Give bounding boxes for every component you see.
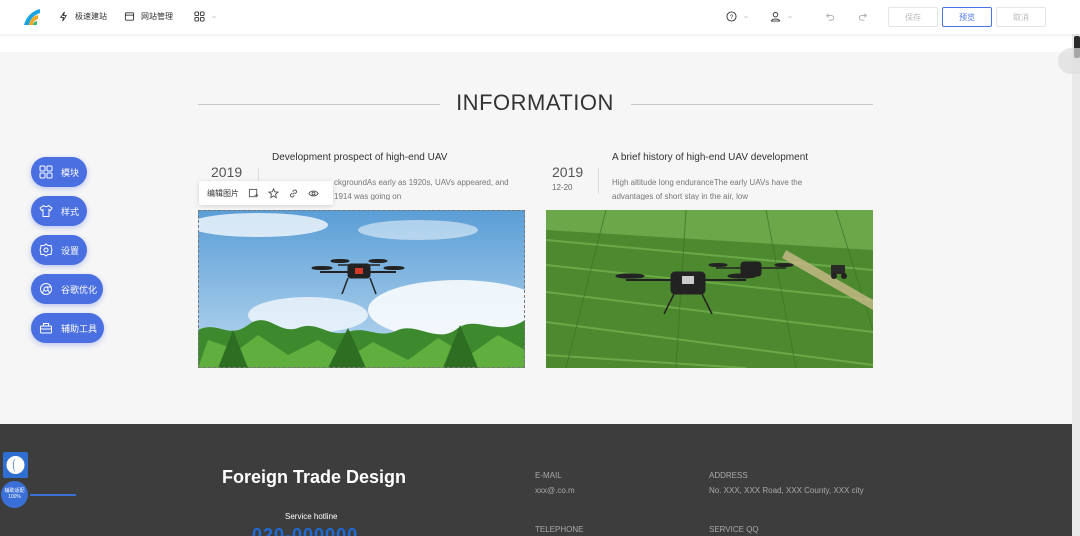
telephone-label: TELEPHONE <box>535 525 584 534</box>
logo-icon[interactable] <box>22 7 42 27</box>
post-image-drone-field[interactable] <box>546 210 873 368</box>
side-menu-label: 谷歌优化 <box>61 284 98 295</box>
post-year: 2019 <box>552 164 584 180</box>
quick-build-label: 极速建站 <box>75 12 107 21</box>
quick-build-button[interactable]: 极速建站 <box>58 11 107 22</box>
chrome-icon <box>40 283 52 295</box>
chevron-down-icon <box>744 15 748 18</box>
side-menu-label: 辅助工具 <box>61 323 98 334</box>
zoom-widget[interactable]: 辅助适配 100% <box>1 481 28 508</box>
zoom-indicator-line <box>30 494 76 496</box>
undo-button[interactable] <box>824 11 835 22</box>
post-title[interactable]: A brief history of high-end UAV developm… <box>612 152 808 163</box>
cancel-button[interactable]: 取消 <box>996 7 1046 27</box>
footer <box>0 424 1072 536</box>
address-label: ADDRESS <box>709 471 748 480</box>
corner-decoration <box>1058 48 1080 74</box>
chevron-down-icon <box>788 15 792 18</box>
top-toolbar: 极速建站 网站管理 ? 保存 预览 取消 <box>0 0 1080 34</box>
email-value: xxx@.co.m <box>535 486 575 495</box>
chevron-down-icon <box>212 15 216 18</box>
edit-image-button[interactable]: 编辑图片 <box>207 188 239 199</box>
grid-icon <box>39 165 53 179</box>
side-menu-label: 设置 <box>61 245 80 256</box>
undo-icon <box>826 13 835 21</box>
user-icon <box>770 11 781 22</box>
preview-button[interactable]: 预览 <box>942 7 992 27</box>
link-icon[interactable] <box>288 188 299 199</box>
star-icon[interactable] <box>268 187 279 199</box>
side-menu-seo[interactable]: 谷歌优化 <box>31 274 103 304</box>
zoom-value: 100% <box>8 494 21 500</box>
heading-divider-left <box>198 104 440 105</box>
post-description: High altitude long enduranceThe early UA… <box>612 176 852 200</box>
heading-divider-right <box>631 104 873 105</box>
save-button[interactable]: 保存 <box>888 7 938 27</box>
user-menu-button[interactable] <box>770 11 793 22</box>
section-title: INFORMATION <box>456 90 614 115</box>
address-value: No. XXX, XXX Road, XXX County, XXX city <box>709 486 864 495</box>
footer-brand: Foreign Trade Design <box>222 467 407 487</box>
help-button[interactable]: ? <box>726 11 749 22</box>
lightning-icon <box>59 11 68 22</box>
replace-image-icon[interactable] <box>248 188 259 199</box>
redo-icon <box>858 13 867 21</box>
side-menu-label: 样式 <box>61 206 80 217</box>
hotline-number: 020-000000 <box>252 525 359 536</box>
side-menu-settings[interactable]: 设置 <box>31 235 87 265</box>
scrollbar-track[interactable] <box>1072 34 1080 536</box>
post-date: 12-20 <box>552 183 573 192</box>
hotline-label: Service hotline <box>285 512 338 521</box>
window-icon <box>124 12 135 21</box>
side-menu-label: 模块 <box>61 167 80 178</box>
site-manage-button[interactable]: 网站管理 <box>124 11 173 22</box>
post-title[interactable]: Development prospect of high-end UAV <box>272 152 447 163</box>
post-description-line: High altitude long enduranceThe early UA… <box>612 178 803 187</box>
redo-button[interactable] <box>858 11 869 22</box>
side-menu-tools[interactable]: 辅助工具 <box>31 313 104 343</box>
svg-text:?: ? <box>730 14 734 21</box>
assistant-icon <box>6 456 25 474</box>
service-qq-label: SERVICE QQ <box>709 525 759 534</box>
gear-icon <box>39 243 53 257</box>
post-divider <box>598 168 599 194</box>
side-menu-modules[interactable]: 模块 <box>31 157 87 187</box>
eye-icon[interactable] <box>308 188 319 199</box>
image-edit-toolbar: 编辑图片 <box>199 181 333 205</box>
email-label: E-MAIL <box>535 471 562 480</box>
help-icon: ? <box>726 11 737 22</box>
post-description-line: advantages of short stay in the air, low <box>612 192 749 200</box>
post-image-drone-sky[interactable] <box>198 210 525 368</box>
assistant-widget[interactable] <box>3 452 28 478</box>
apps-menu-button[interactable] <box>194 11 217 22</box>
toolbox-icon <box>40 323 52 334</box>
post-year: 2019 <box>211 164 243 180</box>
site-manage-label: 网站管理 <box>141 12 173 21</box>
side-menu-styles[interactable]: 样式 <box>31 196 87 226</box>
header-area <box>0 34 1072 52</box>
shirt-icon <box>39 204 53 217</box>
apps-grid-icon <box>194 11 205 22</box>
